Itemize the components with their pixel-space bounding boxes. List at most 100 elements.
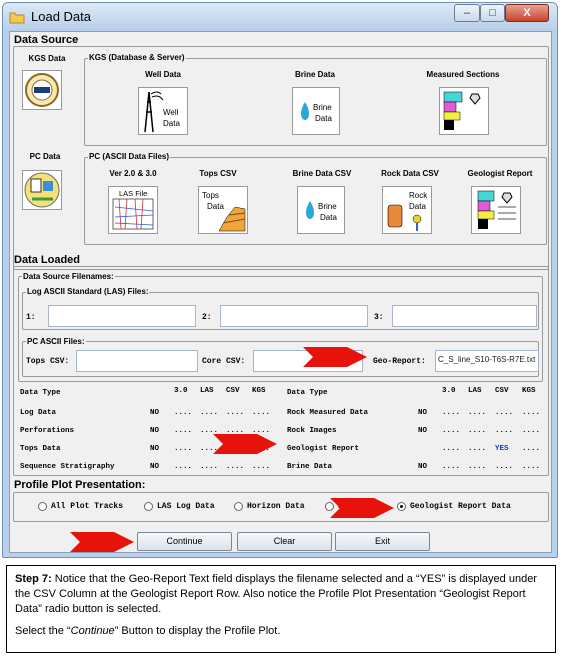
tops-icon-text-2: Data [207, 202, 224, 211]
table_right-row-2-label: Geologist Report [287, 445, 360, 453]
radio-button[interactable] [234, 502, 243, 511]
table_right-row-2-col-0: .... [442, 445, 461, 453]
table_right-row-3-col-2: .... [495, 463, 514, 471]
las-file-icon: LAS File [112, 189, 154, 230]
well-data-label: Well Data [145, 70, 181, 79]
las-file-button[interactable]: LAS File [108, 186, 158, 234]
radio-button[interactable] [38, 502, 47, 511]
table_right-row-1-col-3: .... [522, 427, 541, 435]
las-field-1-label: 1: [26, 313, 36, 322]
rock-core-icon: Rock Data [387, 191, 428, 231]
table_left-row-3-label: Sequence Stratigraphy [20, 463, 115, 471]
table_right-row-1-status: NO [418, 427, 428, 435]
maximize-button[interactable]: □ [480, 4, 505, 22]
continue-button[interactable]: Continue [137, 532, 232, 551]
table_left-row-1-col-0: .... [174, 427, 193, 435]
rock-csv-label: Rock Data CSV [381, 169, 439, 178]
geologist-report-button[interactable] [471, 186, 521, 234]
right-header-type: Data Type [287, 389, 328, 397]
pc-ascii-group-label: PC ASCII Files: [26, 337, 86, 346]
table_right-row-0-label: Rock Measured Data [287, 409, 369, 417]
table_left-row-3-col-2: .... [226, 463, 245, 471]
brine-csv-icon-text-2: Data [320, 213, 337, 222]
kgs-data-button[interactable] [22, 70, 62, 110]
measured-sections-button[interactable] [439, 87, 489, 135]
left-header-kgs: KGS [252, 387, 266, 395]
pc-data-button[interactable] [22, 170, 62, 210]
table_left-row-3-col-0: .... [174, 463, 193, 471]
note-text-2a: Select the “ [15, 625, 71, 637]
radio-button[interactable] [144, 502, 153, 511]
las-files-group-label: Log ASCII Standard (LAS) Files: [26, 287, 150, 296]
profile-option-0[interactable]: All Plot Tracks [38, 502, 123, 511]
las-field-2-label: 2: [202, 313, 212, 322]
table_right-row-0-col-2: .... [495, 409, 514, 417]
profile-plot-title: Profile Plot Presentation: [14, 479, 146, 491]
pc-group-label: PC (ASCII Data Files) [88, 152, 171, 161]
table_right-row-3-label: Brine Data [287, 463, 333, 471]
table_right-row-1-col-1: .... [468, 427, 487, 435]
exit-button[interactable]: Exit [335, 532, 430, 551]
table_right-row-2-col-1: .... [468, 445, 487, 453]
las-field-3-label: 3: [374, 313, 384, 322]
minimize-button[interactable]: – [454, 4, 480, 22]
kgs-data-label: KGS Data [28, 54, 66, 63]
table_right-row-0-status: NO [418, 409, 428, 417]
profile-option-1[interactable]: LAS Log Data [144, 502, 215, 511]
close-button[interactable]: X [505, 4, 549, 22]
well-data-button[interactable]: Well Data [138, 87, 188, 135]
table_left-row-0-col-0: .... [174, 409, 193, 417]
arrow-geologist-row [213, 434, 277, 454]
table_left-row-2-status: NO [150, 445, 160, 453]
table_right-row-3-col-3: .... [522, 463, 541, 471]
brine-csv-icon-text-1: Brine [318, 202, 337, 211]
radio-label: Horizon Data [247, 502, 305, 511]
brine-data-button[interactable]: Brine Data [292, 87, 340, 135]
arrow-continue [70, 532, 134, 552]
brine-data-label: Brine Data [294, 70, 335, 79]
brine-csv-drop-icon: Brine Data [306, 201, 337, 222]
table_right-row-3-col-1: .... [468, 463, 487, 471]
las-file-1-field[interactable] [48, 305, 196, 327]
load-data-window: Load Data – □ X Data Source KGS Data KGS… [2, 2, 558, 558]
tops-csv-button[interactable]: Tops Data [198, 186, 248, 234]
table_right-row-1-col-0: .... [442, 427, 461, 435]
table_right-row-3-col-0: .... [442, 463, 461, 471]
table_left-row-0-col-2: .... [226, 409, 245, 417]
table_left-row-0-status: NO [150, 409, 160, 417]
radio-button[interactable] [397, 502, 406, 511]
table_left-row-2-label: Tops Data [20, 445, 61, 453]
client-area: Data Source KGS Data KGS (Database & Ser… [9, 31, 552, 553]
profile-option-4[interactable]: Geologist Report Data [397, 502, 511, 511]
geologist-report-icon [477, 190, 516, 229]
brine-csv-button[interactable]: Brine Data [297, 186, 345, 234]
brine-drop-icon: Brine Data [301, 102, 332, 123]
note-text-1: Notice that the Geo-Report Text field di… [15, 573, 537, 615]
table_left-row-1-status: NO [150, 427, 160, 435]
table_right-row-2-col-3: .... [522, 445, 541, 453]
rock-icon-text-2: Data [409, 202, 426, 211]
title-bar[interactable]: Load Data – □ X [3, 3, 557, 31]
well-icon-text-1: Well [163, 108, 179, 117]
geo-report-field[interactable]: C_S_line_S10-T6S-R7E.txt [435, 350, 539, 372]
geologist-report-label: Geologist Report [467, 169, 533, 178]
tops-csv-label: Tops CSV [199, 169, 237, 178]
radio-label: Geologist Report Data [410, 502, 511, 511]
data-loaded-title: Data Loaded [14, 254, 81, 266]
table_right-row-2-col-2: YES [495, 445, 509, 453]
left-header-type: Data Type [20, 389, 61, 397]
table_right-row-1-col-2: .... [495, 427, 514, 435]
clear-button[interactable]: Clear [237, 532, 332, 551]
note-continue: Continue [70, 625, 115, 637]
rock-csv-button[interactable]: Rock Data [382, 186, 432, 234]
profile-option-2[interactable]: Horizon Data [234, 502, 305, 511]
table_left-row-3-col-1: .... [200, 463, 219, 471]
table_right-row-0-col-0: .... [442, 409, 461, 417]
las-file-3-field[interactable] [392, 305, 537, 327]
data-source-title: Data Source [14, 34, 79, 46]
oil-well-icon: Well Data [144, 91, 180, 133]
tops-icon-text-1: Tops [202, 191, 219, 200]
tops-csv-field[interactable] [76, 350, 198, 372]
las-icon-text: LAS File [119, 189, 147, 198]
las-file-2-field[interactable] [220, 305, 368, 327]
